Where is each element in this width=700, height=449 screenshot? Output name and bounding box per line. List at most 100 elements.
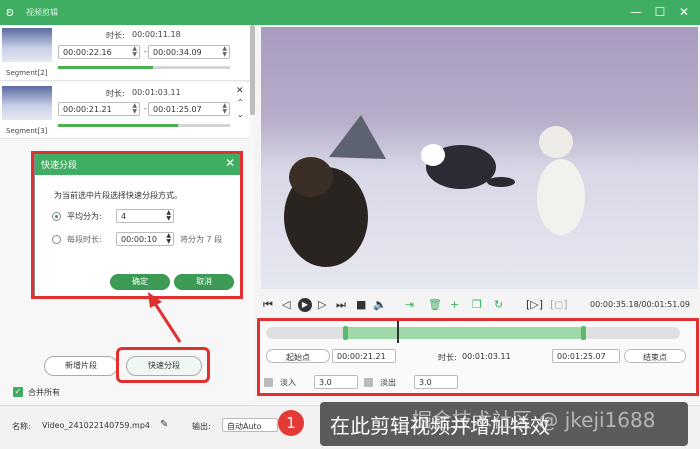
segment-progress xyxy=(58,66,230,69)
chevron-down-icon[interactable]: ⌄ xyxy=(237,110,244,119)
skip-back-icon[interactable]: ⏮ xyxy=(263,298,273,312)
duration-label: 时长: xyxy=(106,89,125,98)
split-icon[interactable]: ⇥ xyxy=(405,298,414,311)
fade-in-field[interactable]: 3.0 xyxy=(314,375,358,389)
pointer-arrow xyxy=(148,292,182,343)
segment-thumbnail[interactable] xyxy=(2,28,52,62)
dialog-header: 快速分段 ✕ xyxy=(35,153,241,175)
start-time-field[interactable]: 00:00:21.21 xyxy=(332,349,396,363)
play-icon[interactable]: ▶ xyxy=(298,298,312,312)
segment-progress xyxy=(58,124,230,127)
volume-icon[interactable]: 🔈 xyxy=(373,298,387,311)
scrollbar[interactable] xyxy=(250,25,255,115)
duration-split-radio[interactable] xyxy=(52,235,61,244)
start-point-button[interactable]: 起始点 xyxy=(266,349,330,363)
reset-icon[interactable]: ↻ xyxy=(494,298,503,311)
file-name: Video_241022140759.mp4 xyxy=(42,421,150,430)
step-back-icon[interactable]: ◁ xyxy=(282,298,290,311)
start-time-value: 00:00:21.21 xyxy=(337,352,386,361)
duration-split-label: 每段时长: xyxy=(67,235,102,244)
close-icon[interactable]: ✕ xyxy=(225,156,235,170)
fade-out-field[interactable]: 3.0 xyxy=(414,375,458,389)
trim-end-handle[interactable] xyxy=(581,326,586,340)
segment-start-field[interactable]: 00:00:21.21 ▲ ▼ xyxy=(58,102,140,116)
edit-icon[interactable]: ✎ xyxy=(160,419,168,430)
maximize-icon[interactable]: ☐ xyxy=(652,4,668,20)
segment-progress-fill xyxy=(58,124,179,127)
ok-button[interactable]: 确定 xyxy=(110,274,170,290)
video-frame xyxy=(284,115,585,267)
title-bar: ʚ 视频剪辑 — ☐ ✕ xyxy=(0,0,700,25)
dialog-prompt: 为当前选中片段选择快速分段方式。 xyxy=(54,191,182,200)
average-split-radio[interactable] xyxy=(52,212,61,221)
minimize-icon[interactable]: — xyxy=(628,4,644,20)
stop-icon[interactable]: ■ xyxy=(356,298,366,311)
average-split-label: 平均分为: xyxy=(67,212,102,221)
end-point-button[interactable]: 结束点 xyxy=(624,349,686,363)
segment-label: Segment[3] xyxy=(6,127,48,135)
chevron-up-icon[interactable]: ⌃ xyxy=(237,98,244,107)
skip-forward-icon[interactable]: ⏭ xyxy=(336,298,346,312)
end-point-label: 结束点 xyxy=(643,353,667,362)
segment-end-value: 00:01:25.07 xyxy=(153,105,202,114)
delete-icon[interactable]: 🗑 xyxy=(428,298,442,311)
end-time-field[interactable]: 00:01:25.07 xyxy=(552,349,620,363)
segment-start-value: 00:00:22.16 xyxy=(63,48,112,57)
step-badge: 1 xyxy=(278,410,304,436)
cancel-button[interactable]: 取消 xyxy=(174,274,234,290)
stepper-icon[interactable]: ▲ ▼ xyxy=(166,210,171,222)
segment-thumbnail[interactable] xyxy=(2,86,52,120)
step-forward-icon[interactable]: ▷ xyxy=(318,298,326,311)
mark-out-icon[interactable]: [◻] xyxy=(550,298,568,311)
segment-count-field[interactable]: 4 ▲ ▼ xyxy=(116,209,174,223)
window-title: 视频剪辑 xyxy=(26,8,58,17)
split-count-hint: 将分为 7 段 xyxy=(180,235,223,244)
fade-out-value: 3.0 xyxy=(419,378,432,387)
duration-value: 00:01:03.11 xyxy=(462,352,511,361)
duration-label: 时长: xyxy=(106,31,125,40)
fade-out-label: 淡出 xyxy=(380,378,396,387)
segment-start-field[interactable]: 00:00:22.16 ▲ ▼ xyxy=(58,45,140,59)
fade-in-value: 3.0 xyxy=(319,378,332,387)
close-icon[interactable]: ✕ xyxy=(236,86,244,96)
segment-duration-field[interactable]: 00:00:10 ▲ ▼ xyxy=(116,232,174,246)
output-label: 输出: xyxy=(192,422,211,431)
fade-in-label: 淡入 xyxy=(280,378,296,387)
copy-icon[interactable]: ❐ xyxy=(472,298,482,311)
add-icon[interactable]: + xyxy=(450,298,459,311)
segment-duration-value: 00:00:10 xyxy=(121,235,157,244)
name-label: 名称: xyxy=(12,422,31,431)
fade-in-checkbox[interactable] xyxy=(264,378,273,387)
rabbit-logo-icon: ʚ xyxy=(6,5,14,19)
segment-label: Segment[2] xyxy=(6,69,48,77)
new-segment-button[interactable]: 新增片段 xyxy=(44,356,118,376)
video-preview[interactable] xyxy=(261,27,698,289)
stepper-icon[interactable]: ▲ ▼ xyxy=(132,46,137,58)
quick-split-button[interactable]: 快速分段 xyxy=(126,356,202,376)
playhead[interactable] xyxy=(397,321,399,343)
watermark: 掘金技术社区 @ jkeji1688 xyxy=(412,408,656,432)
output-value: 自动Auto xyxy=(227,422,262,431)
segment-progress-fill xyxy=(58,66,153,69)
segment-end-value: 00:00:34.09 xyxy=(153,48,202,57)
duration-value: 00:00:11.18 xyxy=(132,30,181,39)
segment-end-field[interactable]: 00:00:34.09 ▲ ▼ xyxy=(148,45,230,59)
stepper-icon[interactable]: ▲ ▼ xyxy=(222,103,227,115)
stepper-icon[interactable]: ▲ ▼ xyxy=(166,233,171,245)
range-dash: - xyxy=(144,104,147,113)
stepper-icon[interactable]: ▲ ▼ xyxy=(222,46,227,58)
stepper-icon[interactable]: ▲ ▼ xyxy=(132,103,137,115)
start-point-label: 起始点 xyxy=(286,353,310,362)
playback-time: 00:00:35.18/00:01:51.09 xyxy=(590,300,690,309)
mark-in-icon[interactable]: [▷] xyxy=(526,298,543,311)
segment-start-value: 00:00:21.21 xyxy=(63,105,112,114)
close-icon[interactable]: ✕ xyxy=(676,4,692,20)
segment-count-value: 4 xyxy=(121,212,127,221)
trim-start-handle[interactable] xyxy=(343,326,348,340)
segment-end-field[interactable]: 00:01:25.07 ▲ ▼ xyxy=(148,102,230,116)
fade-out-checkbox[interactable] xyxy=(364,378,373,387)
merge-all-checkbox[interactable]: ✓ xyxy=(13,387,23,397)
timeline-selection[interactable] xyxy=(345,327,585,339)
output-select[interactable]: 自动Auto xyxy=(222,418,278,432)
range-dash: - xyxy=(144,47,147,56)
